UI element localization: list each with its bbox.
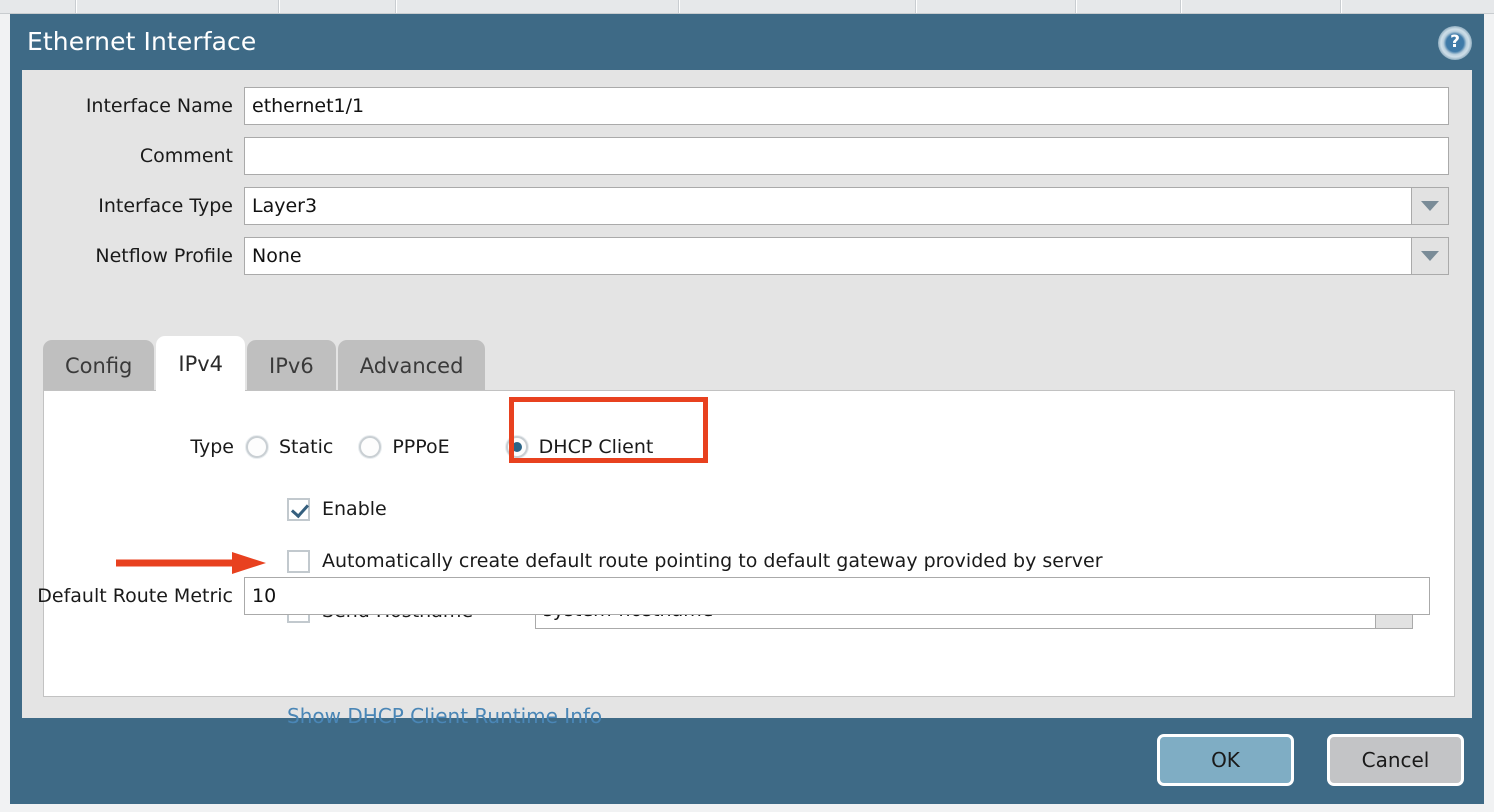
radio-static-icon[interactable] <box>246 436 268 458</box>
label-netflow-profile: Netflow Profile <box>95 245 233 267</box>
ethernet-interface-dialog: Ethernet Interface ? Interface Name ethe… <box>10 14 1484 804</box>
label-interface-type: Interface Type <box>98 195 233 217</box>
field-row-interface-type: Interface Type Layer3 <box>22 186 1472 226</box>
annotation-highlight-box <box>509 397 708 463</box>
checkbox-row-enable[interactable]: Enable <box>287 493 387 525</box>
column-divider <box>915 0 917 13</box>
caret-down-glyph <box>1421 251 1439 261</box>
netflow-profile-value: None <box>244 237 1411 275</box>
tab-ipv6-label: IPv6 <box>269 353 314 378</box>
column-divider <box>278 0 280 13</box>
label-type: Type <box>190 436 234 458</box>
tab-ipv6[interactable]: IPv6 <box>247 340 336 391</box>
ok-button-label: OK <box>1211 748 1240 772</box>
background-table-header <box>0 0 1494 14</box>
tab-advanced[interactable]: Advanced <box>337 340 486 391</box>
auto-default-route-checkbox[interactable] <box>287 549 310 573</box>
cancel-button[interactable]: Cancel <box>1327 734 1464 786</box>
enable-label: Enable <box>322 498 387 520</box>
caret-down-glyph <box>1421 201 1439 211</box>
column-divider <box>1075 0 1077 13</box>
field-row-interface-name: Interface Name ethernet1/1 <box>22 86 1472 126</box>
column-divider <box>1340 0 1342 13</box>
radio-option-static[interactable]: Static <box>246 436 333 458</box>
comment-input[interactable] <box>244 137 1449 175</box>
dialog-footer: OK Cancel <box>10 718 1484 804</box>
interface-type-select[interactable]: Layer3 <box>244 187 1449 225</box>
chevron-down-icon[interactable] <box>1411 187 1449 225</box>
radio-pppoe-icon[interactable] <box>359 436 382 458</box>
chevron-down-icon[interactable] <box>1411 237 1449 275</box>
tab-strip: Config IPv4 IPv6 Advanced <box>43 336 487 391</box>
help-question-icon[interactable]: ? <box>1438 26 1472 60</box>
radio-option-pppoe[interactable]: PPPoE <box>359 436 450 458</box>
dialog-title: Ethernet Interface <box>27 27 257 56</box>
checkbox-row-auto-default-route[interactable]: Automatically create default route point… <box>287 545 1103 577</box>
ok-button[interactable]: OK <box>1157 734 1294 786</box>
netflow-profile-select[interactable]: None <box>244 237 1449 275</box>
tab-advanced-label: Advanced <box>359 353 464 378</box>
tab-config[interactable]: Config <box>43 340 155 391</box>
annotation-arrow-icon <box>116 552 266 574</box>
default-route-metric-input[interactable]: 10 <box>244 577 1430 615</box>
enable-checkbox[interactable] <box>287 497 310 521</box>
dialog-body: Interface Name ethernet1/1 Comment Inter… <box>22 70 1472 728</box>
column-divider <box>75 0 77 13</box>
label-default-route-metric: Default Route Metric <box>37 585 233 607</box>
column-divider <box>678 0 680 13</box>
ipv4-tab-panel: Type Static PPPoE DHCP Client Enable Aut… <box>43 390 1455 697</box>
cancel-button-label: Cancel <box>1361 748 1430 772</box>
field-row-netflow-profile: Netflow Profile None <box>22 236 1472 276</box>
auto-default-route-label: Automatically create default route point… <box>322 550 1103 572</box>
help-glyph: ? <box>1450 32 1460 52</box>
column-divider <box>395 0 397 13</box>
tab-config-label: Config <box>65 353 133 378</box>
interface-type-value: Layer3 <box>244 187 1411 225</box>
tab-ipv4[interactable]: IPv4 <box>156 336 246 391</box>
column-divider <box>1180 0 1182 13</box>
tab-ipv4-label: IPv4 <box>178 351 224 376</box>
field-row-default-route-metric: Default Route Metric 10 <box>22 576 1472 616</box>
dialog-header: Ethernet Interface ? <box>10 14 1484 70</box>
label-comment: Comment <box>139 145 233 167</box>
interface-name-input[interactable]: ethernet1/1 <box>244 87 1449 125</box>
field-row-comment: Comment <box>22 136 1472 176</box>
label-interface-name: Interface Name <box>85 95 233 117</box>
radio-pppoe-label: PPPoE <box>392 436 450 458</box>
radio-static-label: Static <box>279 436 334 458</box>
